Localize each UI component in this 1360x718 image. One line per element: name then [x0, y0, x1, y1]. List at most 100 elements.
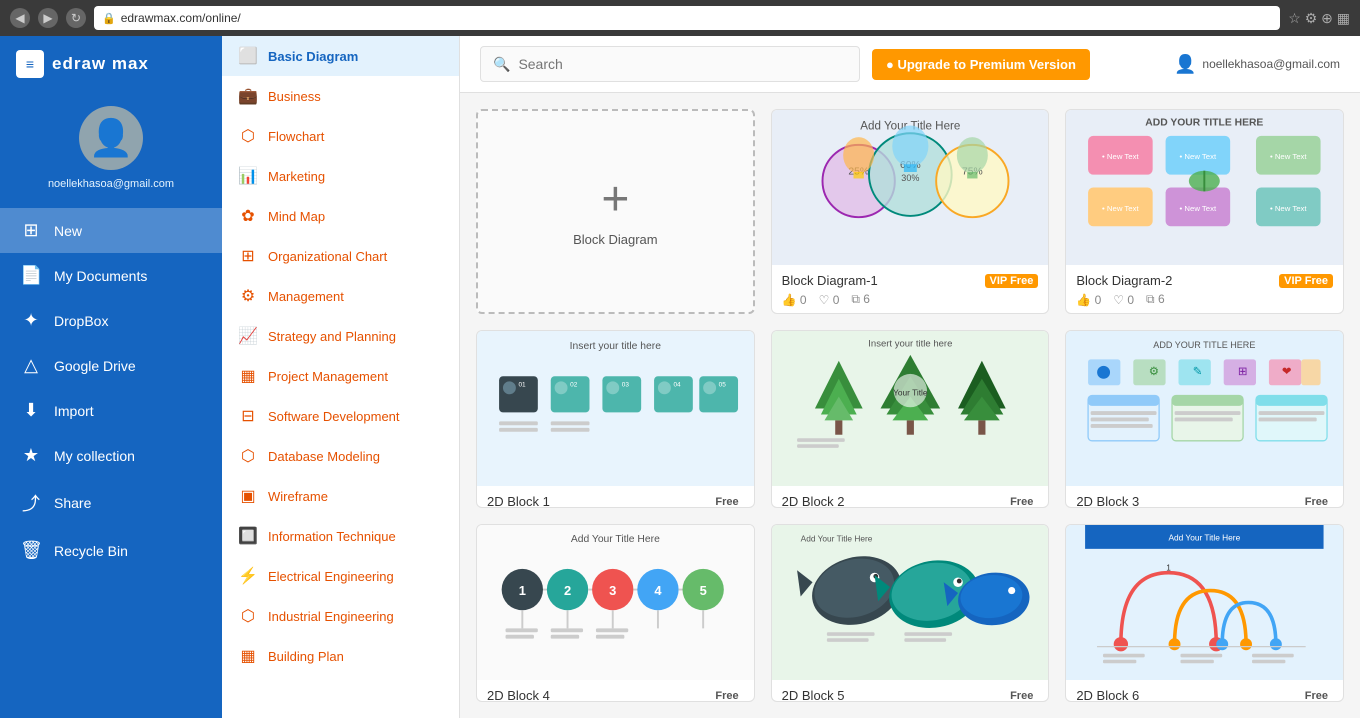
- template-card-2d-block-2[interactable]: Insert your title here: [771, 330, 1050, 508]
- industrial-icon: ⬡: [238, 606, 258, 626]
- category-management[interactable]: ⚙ Management: [222, 276, 459, 316]
- category-building-plan[interactable]: ▦ Building Plan: [222, 636, 459, 676]
- template-badge-2d-block-2: Free: [1005, 495, 1038, 509]
- sidebar-item-google-drive[interactable]: △ Google Drive: [0, 343, 222, 388]
- svg-text:05: 05: [719, 382, 727, 389]
- software-dev-icon: ⊟: [238, 406, 258, 426]
- template-name-block-diagram-2: Block Diagram-2: [1076, 273, 1172, 288]
- category-building-plan-label: Building Plan: [268, 649, 344, 664]
- svg-text:02: 02: [570, 382, 578, 389]
- google-drive-icon: △: [20, 355, 42, 376]
- electrical-icon: ⚡: [238, 566, 258, 586]
- dropbox-icon: ✦: [20, 310, 42, 331]
- svg-text:1: 1: [1167, 562, 1172, 572]
- topbar: 🔍 ● Upgrade to Premium Version 👤 noellek…: [460, 36, 1360, 93]
- category-flowchart-label: Flowchart: [268, 129, 324, 144]
- template-thumb-2d-block-2: Insert your title here: [772, 331, 1049, 486]
- template-stats-block-diagram-2: 👍 0 ♡ 0 ⧉ 6: [1076, 292, 1333, 307]
- sidebar-nav: ⊞ New 📄 My Documents ✦ DropBox △ Google …: [0, 204, 222, 577]
- svg-text:2: 2: [564, 583, 571, 598]
- info-tech-icon: 🔲: [238, 526, 258, 546]
- sidebar-item-new[interactable]: ⊞ New: [0, 208, 222, 253]
- category-wireframe[interactable]: ▣ Wireframe: [222, 476, 459, 516]
- category-wireframe-label: Wireframe: [268, 489, 328, 504]
- template-info-2d-block-5: 2D Block 5 Free 👍 0 ♡ 0 ⧉ 1: [772, 680, 1049, 702]
- building-plan-icon: ▦: [238, 646, 258, 666]
- import-icon: ⬇: [20, 400, 42, 421]
- category-info-technique[interactable]: 🔲 Information Technique: [222, 516, 459, 556]
- template-card-2d-block-1[interactable]: Insert your title here 01 02 03 04: [476, 330, 755, 508]
- project-mgmt-icon: ▦: [238, 366, 258, 386]
- svg-text:5: 5: [700, 583, 707, 598]
- svg-text:❤: ❤: [1282, 365, 1292, 378]
- category-database[interactable]: ⬡ Database Modeling: [222, 436, 459, 476]
- svg-text:• New Text: • New Text: [1270, 152, 1307, 161]
- category-strategy-label: Strategy and Planning: [268, 329, 396, 344]
- template-badge-2d-block-4: Free: [710, 689, 743, 703]
- category-electrical[interactable]: ⚡ Electrical Engineering: [222, 556, 459, 596]
- sidebar-item-my-documents[interactable]: 📄 My Documents: [0, 253, 222, 298]
- likes-block-diagram-2: 👍 0: [1076, 292, 1101, 307]
- template-card-2d-block-3[interactable]: ADD YOUR TITLE HERE ⚙ ✎ ⊞ ❤: [1065, 330, 1344, 508]
- template-info-2d-block-1: 2D Block 1 Free 👍 0 ♡ 0 ⧉ 5: [477, 486, 754, 508]
- svg-text:⚙: ⚙: [1149, 365, 1159, 378]
- template-card-2d-block-5[interactable]: Add Your Title Here: [771, 524, 1050, 702]
- category-mind-map[interactable]: ✿ Mind Map: [222, 196, 459, 236]
- main-content: 🔍 ● Upgrade to Premium Version 👤 noellek…: [460, 36, 1360, 718]
- category-business[interactable]: 💼 Business: [222, 76, 459, 116]
- back-button[interactable]: ◀: [10, 8, 30, 28]
- logo-text: edraw max: [52, 54, 149, 74]
- template-badge-2d-block-3: Free: [1300, 495, 1333, 509]
- category-strategy[interactable]: 📈 Strategy and Planning: [222, 316, 459, 356]
- svg-text:03: 03: [622, 382, 630, 389]
- template-card-2d-block-4[interactable]: Add Your Title Here 1 2 3 4: [476, 524, 755, 702]
- avatar-icon: 👤: [89, 117, 134, 159]
- svg-text:4: 4: [654, 583, 662, 598]
- refresh-button[interactable]: ↻: [66, 8, 86, 28]
- sidebar-item-dropbox-label: DropBox: [54, 313, 108, 329]
- plus-icon: +: [601, 176, 629, 224]
- template-name-block-diagram-1: Block Diagram-1: [782, 273, 878, 288]
- forward-button[interactable]: ▶: [38, 8, 58, 28]
- svg-text:04: 04: [673, 382, 681, 389]
- category-basic-diagram[interactable]: ⬜ Basic Diagram: [222, 36, 459, 76]
- category-marketing[interactable]: 📊 Marketing: [222, 156, 459, 196]
- flowchart-icon: ⬡: [238, 126, 258, 146]
- template-card-block-diagram-1[interactable]: Add Your Title Here 25% 60% 30% 75%: [771, 109, 1050, 314]
- template-stats-block-diagram-1: 👍 0 ♡ 0 ⧉ 6: [782, 292, 1039, 307]
- category-software-dev[interactable]: ⊟ Software Development: [222, 396, 459, 436]
- search-box[interactable]: 🔍: [480, 46, 860, 82]
- new-template-card[interactable]: + Block Diagram: [476, 109, 755, 314]
- template-card-2d-block-6[interactable]: Add Your Title Here 1: [1065, 524, 1344, 702]
- address-bar[interactable]: 🔒 edrawmax.com/online/: [94, 6, 1280, 30]
- svg-text:Add Your Title Here: Add Your Title Here: [571, 534, 660, 545]
- category-organizational-chart[interactable]: ⊞ Organizational Chart: [222, 236, 459, 276]
- copies-block-diagram-2: ⧉ 6: [1146, 292, 1165, 307]
- category-business-label: Business: [268, 89, 321, 104]
- svg-text:3: 3: [609, 583, 616, 598]
- template-thumb-2d-block-5: Add Your Title Here: [772, 525, 1049, 680]
- category-industrial[interactable]: ⬡ Industrial Engineering: [222, 596, 459, 636]
- category-basic-diagram-label: Basic Diagram: [268, 49, 358, 64]
- hearts-block-diagram-2: ♡ 0: [1113, 292, 1134, 307]
- upgrade-button[interactable]: ● Upgrade to Premium Version: [872, 49, 1090, 80]
- template-badge-2d-block-5: Free: [1005, 689, 1038, 703]
- category-project-management[interactable]: ▦ Project Management: [222, 356, 459, 396]
- sidebar-item-my-collection[interactable]: ★ My collection: [0, 433, 222, 478]
- template-thumb-2d-block-1: Insert your title here 01 02 03 04: [477, 331, 754, 486]
- svg-text:• New Text: • New Text: [1102, 204, 1139, 213]
- sidebar-item-dropbox[interactable]: ✦ DropBox: [0, 298, 222, 343]
- sidebar-item-import[interactable]: ⬇ Import: [0, 388, 222, 433]
- sidebar-item-recycle-bin[interactable]: 🗑 Recycle Bin: [0, 528, 222, 573]
- mind-map-icon: ✿: [238, 206, 258, 226]
- category-flowchart[interactable]: ⬡ Flowchart: [222, 116, 459, 156]
- sidebar-logo[interactable]: ≡ edraw max: [0, 36, 222, 92]
- sidebar-item-share[interactable]: ⤴ Share: [0, 478, 222, 528]
- search-input[interactable]: [518, 56, 847, 72]
- hearts-block-diagram-1: ♡ 0: [819, 292, 840, 307]
- business-icon: 💼: [238, 86, 258, 106]
- sidebar-item-google-drive-label: Google Drive: [54, 358, 136, 374]
- template-card-block-diagram-2[interactable]: ADD YOUR TITLE HERE • New Text • New Tex…: [1065, 109, 1344, 314]
- svg-text:• New Text: • New Text: [1270, 204, 1307, 213]
- svg-text:30%: 30%: [901, 173, 919, 183]
